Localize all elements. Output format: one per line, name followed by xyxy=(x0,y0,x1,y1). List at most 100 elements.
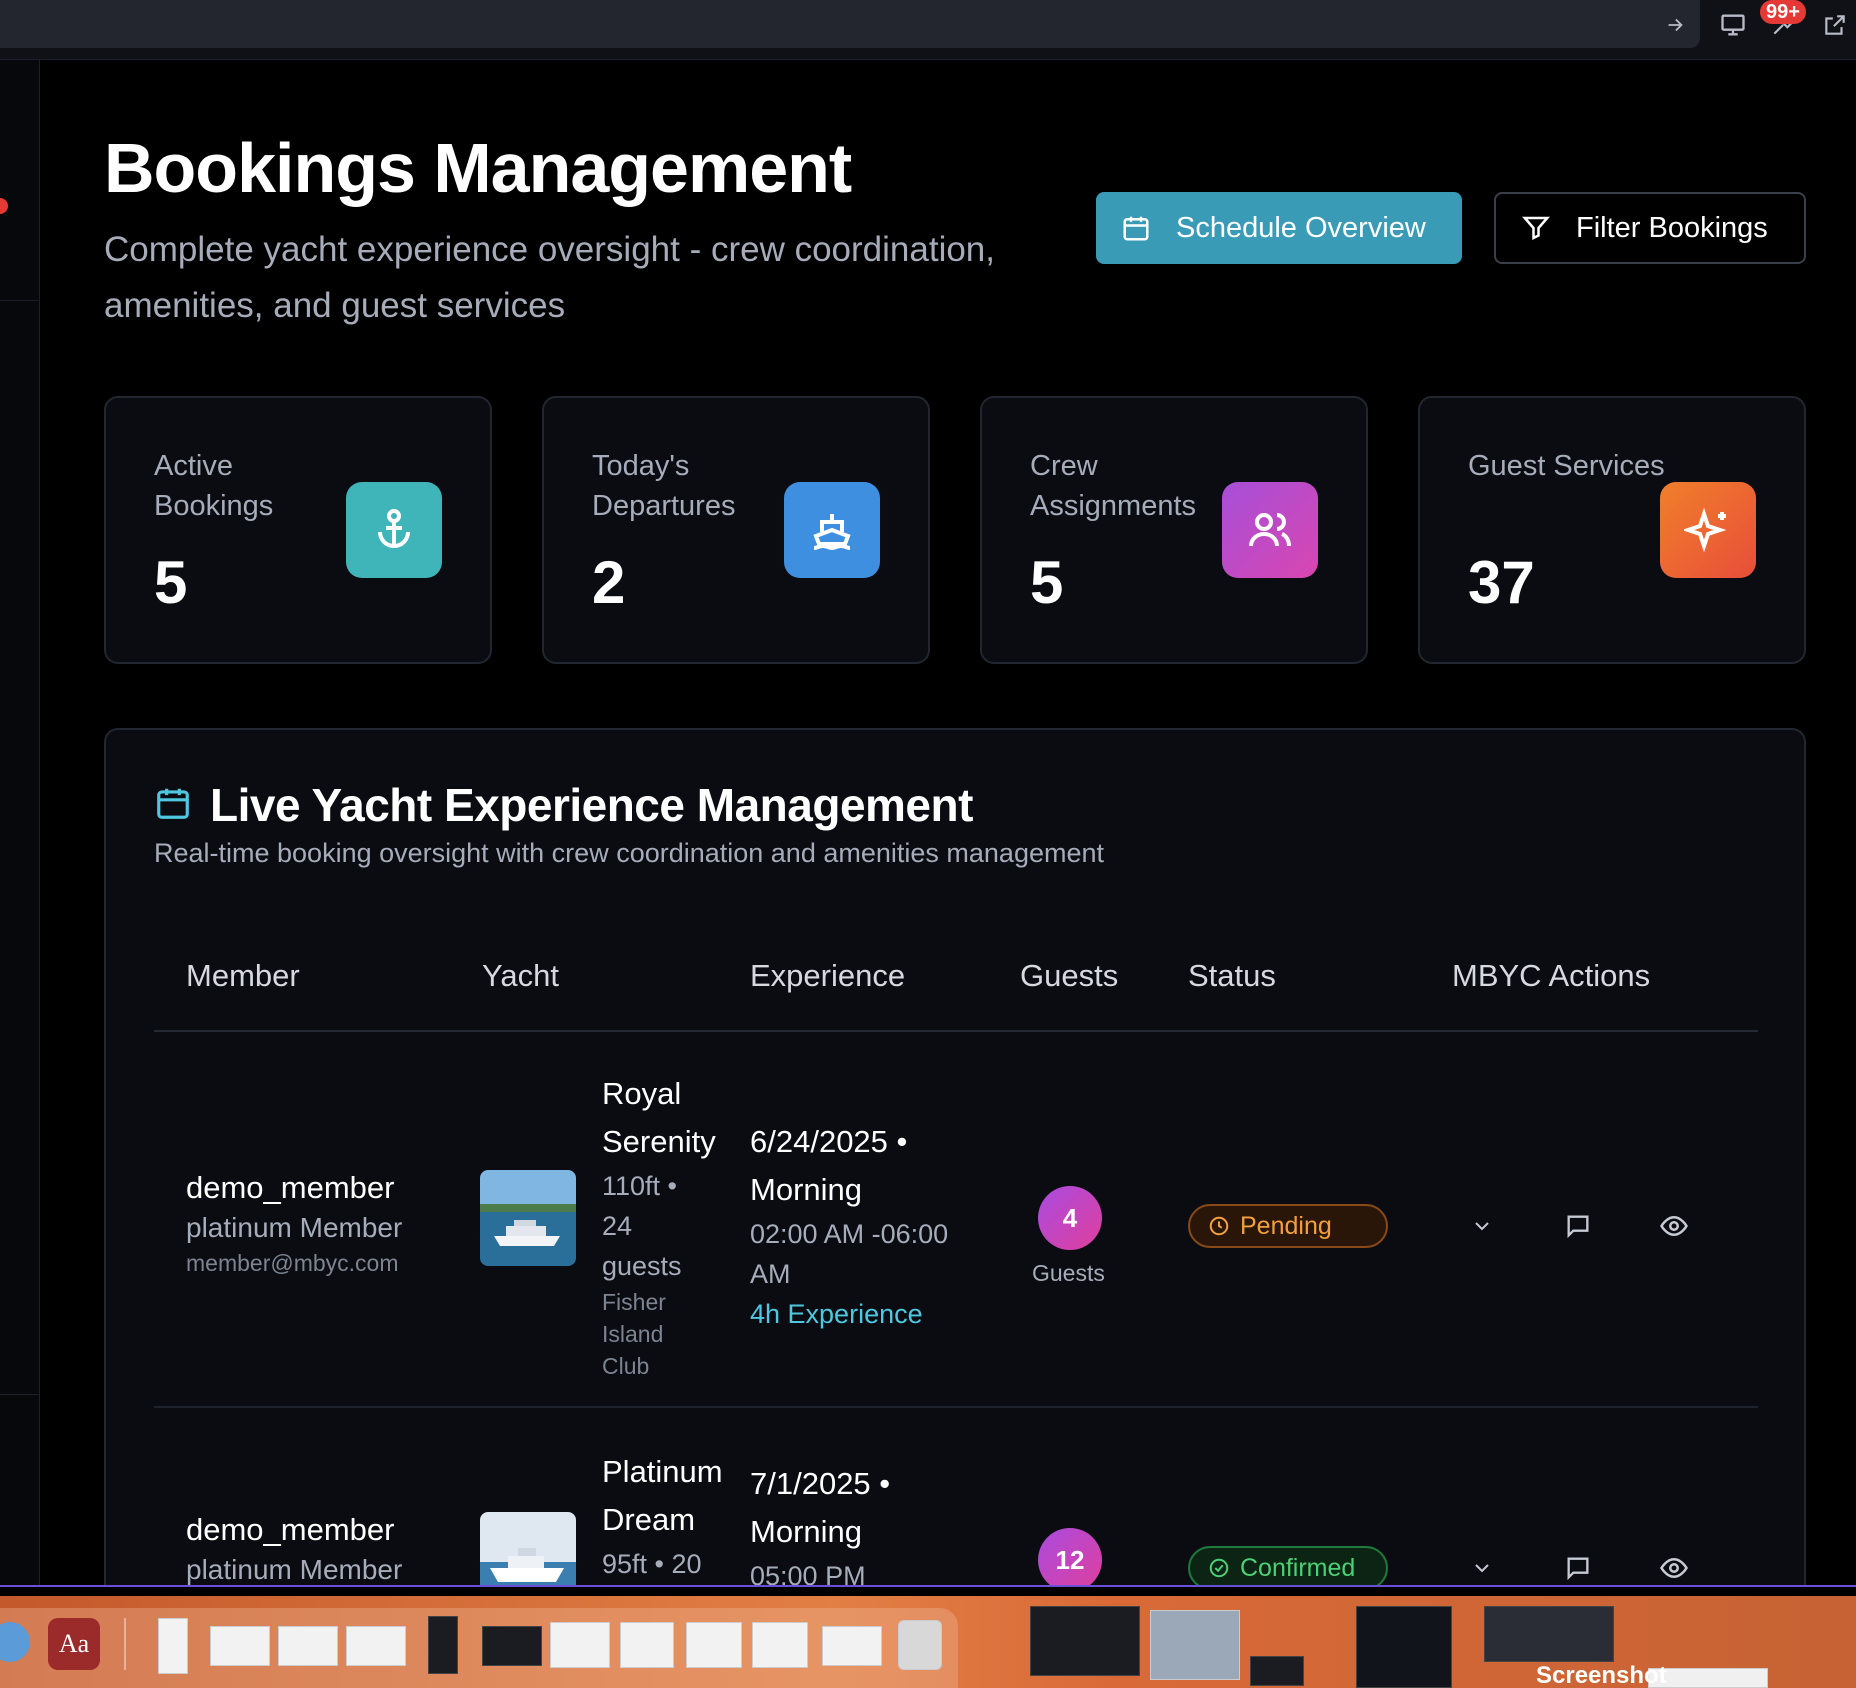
filter-icon xyxy=(1496,213,1576,243)
stat-value: 5 xyxy=(154,549,188,616)
member-email: member@mbyc.com xyxy=(186,1250,399,1276)
stat-card-guest-services: Guest Services 37 xyxy=(1418,396,1806,664)
stat-card-active-bookings: Active Bookings 5 xyxy=(104,396,492,664)
stat-label: Today's Departures xyxy=(592,450,736,522)
guest-label: Guests xyxy=(1032,1260,1105,1286)
table-row-member: demo_member platinum Member xyxy=(186,1512,402,1586)
stat-value: 37 xyxy=(1468,549,1535,616)
yacht-name: Royal Serenity xyxy=(602,1076,716,1159)
external-link-icon[interactable] xyxy=(1818,8,1852,42)
dock-separator xyxy=(124,1618,126,1670)
panel-description: Real-time booking oversight with crew co… xyxy=(154,838,1104,868)
users-icon xyxy=(1222,482,1318,578)
schedule-overview-button[interactable]: Schedule Overview xyxy=(1096,192,1462,264)
window-thumbnail[interactable] xyxy=(1356,1606,1452,1688)
yacht-thumbnail[interactable] xyxy=(480,1170,576,1266)
trash-icon[interactable] xyxy=(898,1620,942,1670)
guest-count-badge: 12 xyxy=(1038,1528,1102,1586)
yacht-info: Royal Serenity 110ft • 24 guests Fisher … xyxy=(602,1070,742,1382)
page-title: Bookings Management xyxy=(104,129,852,207)
member-name: demo_member xyxy=(186,1512,395,1547)
member-tier: platinum Member xyxy=(186,1554,403,1585)
column-header-yacht[interactable]: Yacht xyxy=(482,958,559,994)
screenshot-label: Screenshot xyxy=(1536,1662,1667,1688)
check-circle-icon xyxy=(1209,1558,1229,1578)
screenshot-thumbnail[interactable] xyxy=(550,1622,610,1668)
focus-line xyxy=(0,1585,1856,1587)
member-tier: platinum Member xyxy=(186,1212,403,1243)
chevron-down-icon[interactable] xyxy=(1462,1548,1502,1586)
sidebar xyxy=(0,60,40,1586)
experience-time: 02:00 AM -06:00 AM xyxy=(750,1219,949,1289)
column-header-experience[interactable]: Experience xyxy=(750,958,905,994)
screenshot-thumbnail[interactable] xyxy=(210,1626,270,1666)
screenshot-thumbnail[interactable] xyxy=(278,1626,338,1666)
member-name: demo_member xyxy=(186,1170,395,1205)
screenshot-thumbnail[interactable] xyxy=(822,1626,882,1666)
experience-duration: 4h Experience xyxy=(750,1299,923,1329)
status-label: Confirmed xyxy=(1240,1553,1356,1582)
ship-icon xyxy=(784,482,880,578)
yacht-info: Platinum Dream 95ft • 20 xyxy=(602,1448,752,1584)
status-badge[interactable]: Pending xyxy=(1188,1204,1388,1248)
yacht-name: Platinum Dream xyxy=(602,1454,723,1537)
dock-shelf xyxy=(0,1608,958,1688)
bookings-panel: Live Yacht Experience Management Real-ti… xyxy=(104,728,1806,1586)
eye-icon[interactable] xyxy=(1654,1206,1694,1246)
window-thumbnail[interactable] xyxy=(1030,1606,1140,1676)
row-divider xyxy=(154,1406,1758,1408)
sidebar-indicator xyxy=(0,198,8,214)
sidebar-divider xyxy=(0,1394,40,1395)
dock: Aa Screenshot xyxy=(0,1596,1856,1688)
message-icon[interactable] xyxy=(1558,1548,1598,1586)
window-thumbnail[interactable] xyxy=(1250,1656,1304,1686)
column-header-actions[interactable]: MBYC Actions xyxy=(1452,958,1650,994)
dictionary-icon[interactable]: Aa xyxy=(48,1618,100,1670)
anchor-icon xyxy=(346,482,442,578)
screenshot-thumbnail[interactable] xyxy=(482,1626,542,1666)
window-thumbnail[interactable] xyxy=(1484,1606,1614,1662)
eye-icon[interactable] xyxy=(1654,1548,1694,1586)
main-content: Bookings Management Complete yacht exper… xyxy=(40,60,1856,1586)
status-badge[interactable]: Confirmed xyxy=(1188,1546,1388,1586)
stat-card-todays-departures: Today's Departures 2 xyxy=(542,396,930,664)
column-header-status[interactable]: Status xyxy=(1188,958,1276,994)
column-header-guests[interactable]: Guests xyxy=(1020,958,1118,994)
experience-info: 6/24/2025 • Morning 02:00 AM -06:00 AM 4… xyxy=(750,1118,950,1334)
monitor-icon[interactable] xyxy=(1716,8,1750,42)
stat-value: 2 xyxy=(592,549,626,616)
stat-value: 5 xyxy=(1030,549,1064,616)
filter-bookings-label: Filter Bookings xyxy=(1576,211,1768,244)
filter-bookings-button[interactable]: Filter Bookings xyxy=(1494,192,1806,264)
guest-count-badge: 4 xyxy=(1038,1186,1102,1250)
screenshot-thumbnail[interactable] xyxy=(752,1622,808,1668)
experience-time: 05:00 PM xyxy=(750,1561,866,1586)
sidebar-divider xyxy=(0,300,40,301)
sparkles-icon xyxy=(1660,482,1756,578)
phone-screenshot-thumbnail[interactable] xyxy=(428,1616,458,1674)
document-icon[interactable] xyxy=(158,1618,188,1674)
yacht-spec: 110ft • 24 guests xyxy=(602,1171,682,1281)
stat-label: Guest Services xyxy=(1468,450,1665,482)
chevron-down-icon[interactable] xyxy=(1462,1206,1502,1246)
experience-date: 7/1/2025 • Morning xyxy=(750,1466,891,1549)
address-bar[interactable] xyxy=(0,0,1700,48)
screenshot-thumbnail[interactable] xyxy=(686,1622,742,1668)
stat-label: Crew Assignments xyxy=(1030,450,1197,522)
calendar-icon xyxy=(154,784,192,827)
screenshot-thumbnail[interactable] xyxy=(620,1622,674,1668)
window-thumbnail[interactable] xyxy=(1150,1610,1240,1680)
column-header-member[interactable]: Member xyxy=(186,958,300,994)
message-icon[interactable] xyxy=(1558,1206,1598,1246)
experience-date: 6/24/2025 • Morning xyxy=(750,1124,908,1207)
yacht-spec: 95ft • 20 xyxy=(602,1549,702,1579)
status-label: Pending xyxy=(1240,1211,1332,1240)
browser-toolbar: 99+ xyxy=(0,0,1856,60)
arrow-right-icon[interactable] xyxy=(1658,8,1692,42)
notification-badge: 99+ xyxy=(1760,0,1806,24)
yacht-thumbnail[interactable] xyxy=(480,1512,576,1586)
screenshot-thumbnail[interactable] xyxy=(346,1626,406,1666)
calendar-icon xyxy=(1096,213,1176,243)
stat-label: Active Bookings xyxy=(154,450,274,522)
page-subtitle: Complete yacht experience oversight - cr… xyxy=(104,230,995,325)
